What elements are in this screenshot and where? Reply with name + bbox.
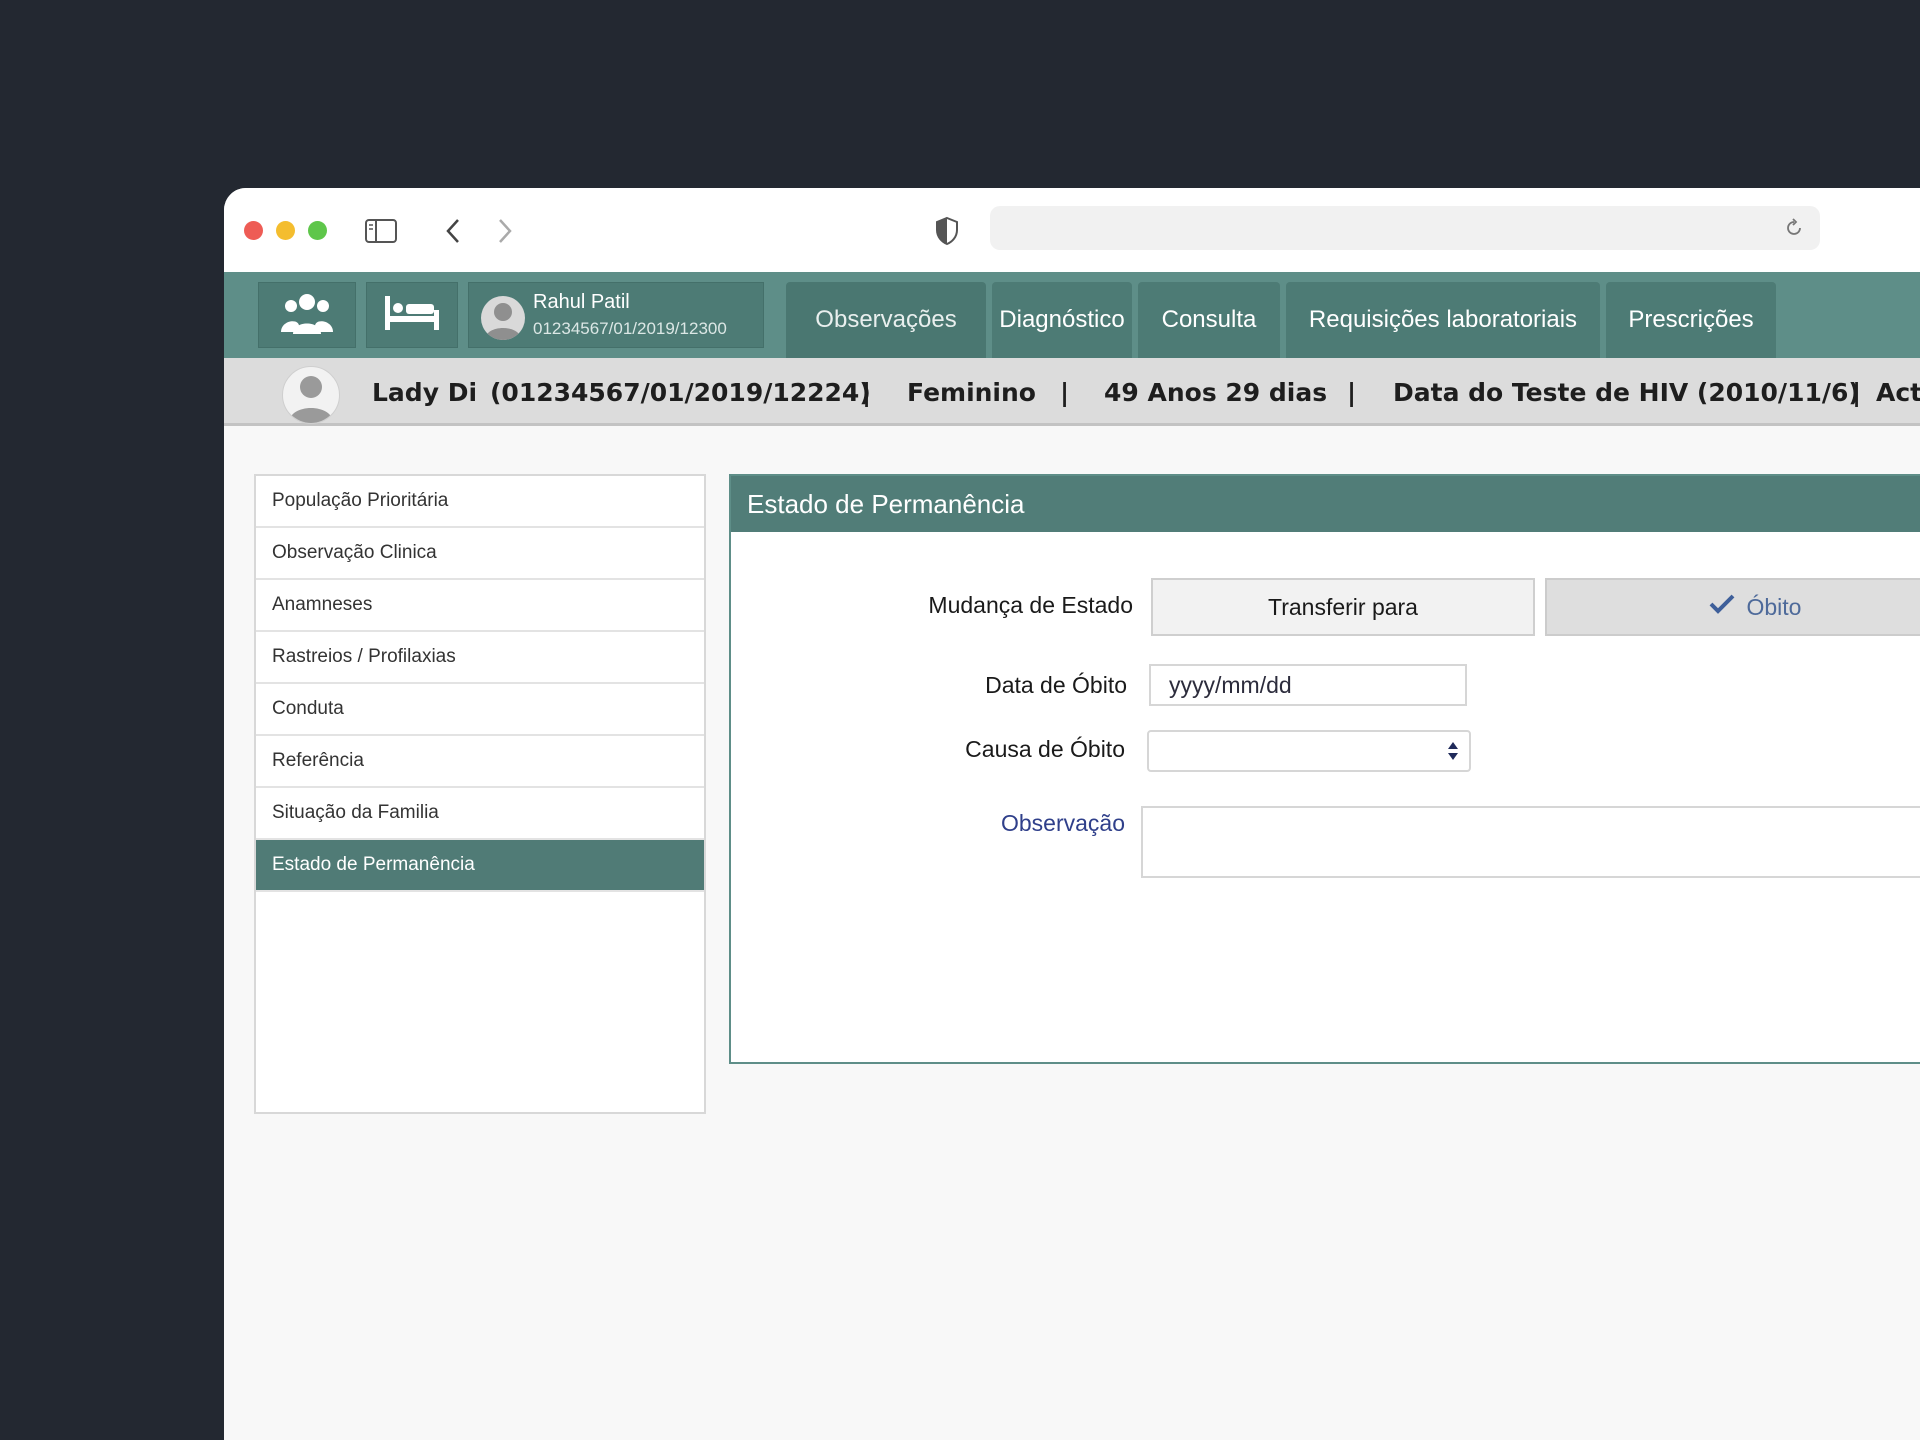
observacao-label: Observação <box>1000 810 1125 836</box>
sidebar-item-conduta[interactable]: Conduta <box>256 684 704 736</box>
forward-icon[interactable] <box>488 214 522 248</box>
group-icon <box>279 290 335 340</box>
user-id: 01234567/01/2019/12300 <box>533 319 727 338</box>
patient-info-bar: Lady Di (01234567/01/2019/12224) | Femin… <box>224 358 1920 426</box>
close-window-button[interactable] <box>244 221 263 240</box>
sidebar-item-rastreios[interactable]: Rastreios / Profilaxias <box>256 632 704 684</box>
tab-diagnostico[interactable]: Diagnóstico <box>992 282 1132 358</box>
obito-label: Óbito <box>1746 593 1802 620</box>
data-obito-label: Data de Óbito <box>985 672 1127 698</box>
sidebar-toggle-icon[interactable] <box>364 214 398 248</box>
app-navbar: Rahul Patil 01234567/01/2019/12300 Obser… <box>224 272 1920 358</box>
separator: | <box>1347 378 1357 407</box>
estado-permanencia-panel: Estado de Permanência Mudança de Estado … <box>729 474 1920 1064</box>
address-bar[interactable] <box>990 206 1820 250</box>
user-name: Rahul Patil <box>533 291 630 313</box>
tab-requisicoes[interactable]: Requisições laboratoriais <box>1286 282 1600 358</box>
sidebar-item-situacao-familia[interactable]: Situação da Familia <box>256 788 704 840</box>
sidebar: População Prioritária Observação Clinica… <box>254 474 706 1114</box>
panel-title: Estado de Permanência <box>731 476 1920 532</box>
obito-button[interactable]: Óbito <box>1545 578 1920 636</box>
patient-avatar-icon <box>282 366 340 424</box>
sidebar-item-referencia[interactable]: Referência <box>256 736 704 788</box>
patient-hiv-test: Data do Teste de HIV (2010/11/6) <box>1393 378 1860 407</box>
tab-prescricoes[interactable]: Prescrições <box>1606 282 1776 358</box>
causa-obito-label: Causa de Óbito <box>965 736 1125 762</box>
shield-icon[interactable] <box>930 214 964 248</box>
data-obito-input[interactable]: yyyy/mm/dd <box>1149 664 1467 706</box>
current-user[interactable]: Rahul Patil 01234567/01/2019/12300 <box>468 282 764 348</box>
causa-obito-select[interactable] <box>1147 730 1471 772</box>
browser-toolbar <box>224 188 1920 273</box>
select-arrows-icon <box>1447 739 1459 767</box>
separator: | <box>1852 378 1862 407</box>
minimize-window-button[interactable] <box>276 221 295 240</box>
observacao-textarea[interactable] <box>1141 806 1920 878</box>
sidebar-item-estado-permanencia[interactable]: Estado de Permanência <box>256 840 704 892</box>
separator: | <box>1060 378 1070 407</box>
patients-button[interactable] <box>258 282 356 348</box>
patient-extra: Act <box>1876 378 1920 407</box>
check-icon <box>1709 593 1735 621</box>
patient-name: Lady Di <box>372 378 478 407</box>
sidebar-item-observacao-clinica[interactable]: Observação Clinica <box>256 528 704 580</box>
mudanca-estado-label: Mudança de Estado <box>928 592 1133 618</box>
browser-window: Rahul Patil 01234567/01/2019/12300 Obser… <box>224 188 1920 1440</box>
sidebar-item-populacao[interactable]: População Prioritária <box>256 476 704 528</box>
tab-observacoes[interactable]: Observações <box>786 282 986 358</box>
back-icon[interactable] <box>436 214 470 248</box>
tab-consulta[interactable]: Consulta <box>1138 282 1280 358</box>
reload-icon[interactable] <box>1784 218 1804 238</box>
patient-id: (01234567/01/2019/12224) <box>490 378 871 407</box>
sidebar-item-anamneses[interactable]: Anamneses <box>256 580 704 632</box>
zoom-window-button[interactable] <box>308 221 327 240</box>
patient-age: 49 Anos 29 dias <box>1104 378 1328 407</box>
bed-icon <box>383 294 441 336</box>
bed-button[interactable] <box>366 282 458 348</box>
user-avatar-icon <box>481 296 525 340</box>
patient-gender: Feminino <box>907 378 1036 407</box>
separator: | <box>862 378 872 407</box>
transferir-para-button[interactable]: Transferir para <box>1151 578 1535 636</box>
